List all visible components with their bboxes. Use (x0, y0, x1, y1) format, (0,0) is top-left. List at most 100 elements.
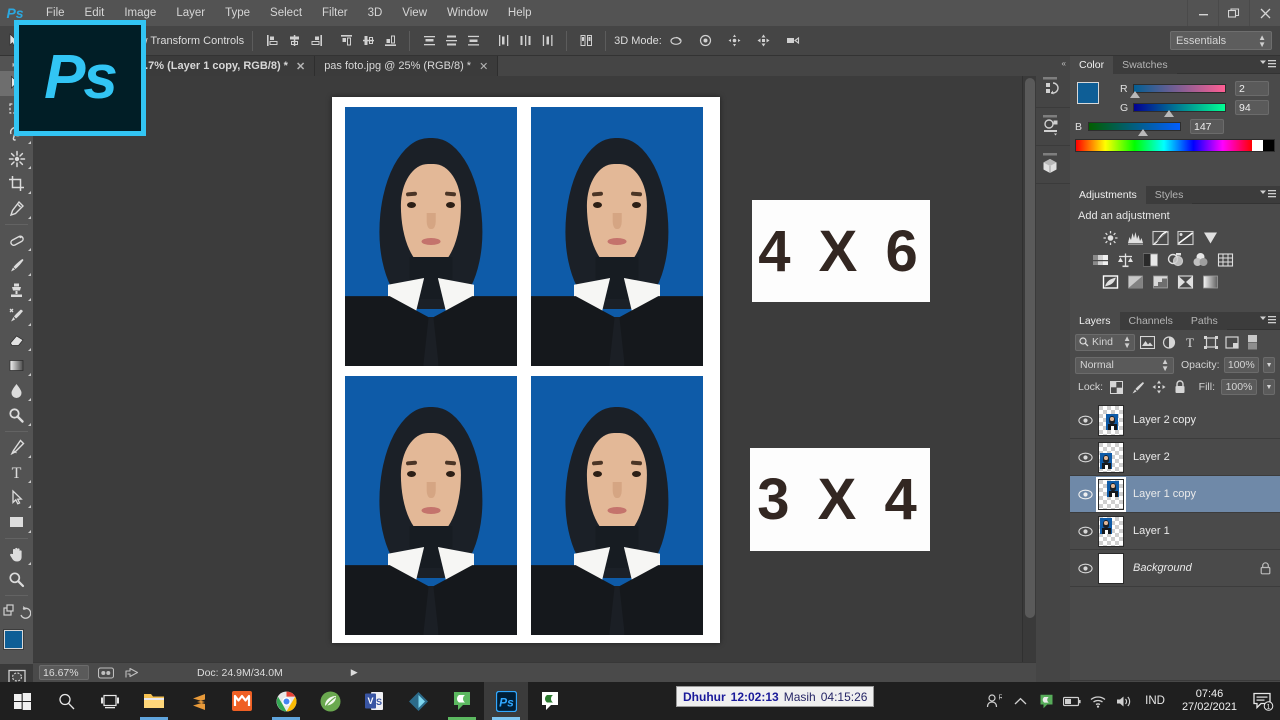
brightness-contrast-icon[interactable] (1101, 229, 1120, 246)
exposure-icon[interactable] (1176, 229, 1195, 246)
menu-type[interactable]: Type (215, 0, 260, 26)
roll-3d-object-icon[interactable] (696, 31, 716, 51)
panel-menu-icon[interactable] (1260, 59, 1276, 69)
slider-knob-r[interactable] (1130, 91, 1140, 98)
blur-tool[interactable] (0, 378, 33, 403)
color-value-g[interactable]: 94 (1235, 100, 1269, 115)
panel-menu-icon[interactable] (1260, 315, 1276, 325)
share-icon[interactable] (123, 666, 141, 680)
brush-tool[interactable] (0, 253, 33, 278)
close-icon[interactable]: ✕ (479, 60, 488, 73)
fill-value[interactable]: 100% (1221, 379, 1257, 395)
scale-3d-object-icon[interactable] (783, 31, 803, 51)
invert-icon[interactable] (1101, 273, 1120, 290)
dock-collapse-icon[interactable]: « (1036, 56, 1070, 70)
tab-paths[interactable]: Paths (1182, 312, 1227, 330)
spectrum-gradient[interactable] (1076, 140, 1252, 151)
tab-layers[interactable]: Layers (1070, 312, 1120, 330)
wifi-icon[interactable] (1085, 682, 1111, 720)
app-orange-button[interactable] (220, 682, 264, 720)
vibrance-icon[interactable] (1201, 229, 1220, 246)
camtasia-button[interactable] (440, 682, 484, 720)
volume-icon[interactable] (1111, 682, 1137, 720)
layer-list[interactable]: Layer 2 copy Layer 2 (1070, 402, 1280, 678)
dodge-tool[interactable] (0, 403, 33, 428)
gradient-map-icon[interactable] (1201, 273, 1220, 290)
tab-swatches[interactable]: Swatches (1113, 56, 1177, 74)
document-tab-pasfoto[interactable]: pas foto.jpg @ 25% (RGB/8) * ✕ (315, 56, 498, 76)
distribute-top-edges-icon[interactable] (419, 31, 439, 51)
prayer-time-widget[interactable]: Dhuhur 12:02:13 Masih 04:15:26 (676, 686, 874, 707)
opacity-dropdown-arrow-icon[interactable]: ▼ (1263, 357, 1275, 373)
filter-kind-dropdown[interactable]: Kind ▲▼ (1075, 334, 1135, 351)
tab-channels[interactable]: Channels (1120, 312, 1182, 330)
layer-name[interactable]: Background (1133, 562, 1192, 574)
fill-dropdown-arrow-icon[interactable]: ▼ (1263, 379, 1275, 395)
spot-healing-brush-tool[interactable] (0, 228, 33, 253)
battery-icon[interactable] (1059, 682, 1085, 720)
layer-name[interactable]: Layer 1 copy (1133, 488, 1196, 500)
sublime-text-button[interactable] (176, 682, 220, 720)
canvas-area[interactable]: 4 X 6 3 X 4 (33, 76, 1036, 662)
show-hidden-icons-chevron[interactable] (1007, 682, 1033, 720)
color-value-b[interactable]: 147 (1190, 119, 1224, 134)
filter-type-icon[interactable]: T (1181, 334, 1198, 351)
lock-image-pixels-icon[interactable] (1130, 380, 1145, 395)
selective-color-icon[interactable] (1176, 273, 1195, 290)
layer-thumbnail[interactable] (1098, 479, 1124, 510)
layer-row-layer-2[interactable]: Layer 2 (1070, 439, 1280, 476)
foreground-color-swatch[interactable] (1077, 82, 1099, 104)
rotate-3d-object-icon[interactable] (667, 31, 687, 51)
align-top-edges-icon[interactable] (336, 31, 356, 51)
passport-photo-1[interactable] (345, 107, 517, 366)
lock-all-icon[interactable] (1172, 380, 1187, 395)
chrome-button[interactable] (264, 682, 308, 720)
menu-view[interactable]: View (392, 0, 437, 26)
tab-styles[interactable]: Styles (1146, 186, 1193, 204)
layer-name[interactable]: Layer 2 (1133, 451, 1170, 463)
wps-button[interactable] (308, 682, 352, 720)
threshold-icon[interactable] (1151, 273, 1170, 290)
layer-visibility-toggle[interactable] (1072, 476, 1098, 513)
scrollbar-thumb[interactable] (1025, 78, 1035, 618)
slider-knob-b[interactable] (1138, 129, 1148, 136)
align-vertical-centers-icon[interactable] (358, 31, 378, 51)
drag-3d-object-icon[interactable] (725, 31, 745, 51)
layer-thumbnail[interactable] (1098, 442, 1124, 473)
minimize-button[interactable] (1187, 0, 1218, 26)
lock-position-icon[interactable] (1151, 380, 1166, 395)
layer-row-background[interactable]: Background (1070, 550, 1280, 587)
distribute-right-edges-icon[interactable] (537, 31, 557, 51)
camtasia-recorder-button[interactable] (528, 682, 572, 720)
people-icon[interactable]: R (981, 682, 1007, 720)
distribute-horizontal-centers-icon[interactable] (515, 31, 535, 51)
blend-mode-dropdown[interactable]: Normal ▲▼ (1075, 357, 1174, 374)
workspace-dropdown[interactable]: Essentials ▲▼ (1170, 31, 1272, 50)
layer-visibility-toggle[interactable] (1072, 439, 1098, 476)
visio-button[interactable]: V S (352, 682, 396, 720)
eyedropper-tool[interactable] (0, 196, 33, 221)
align-bottom-edges-icon[interactable] (380, 31, 400, 51)
tab-adjustments[interactable]: Adjustments (1070, 186, 1146, 204)
horizontal-type-tool[interactable]: T (0, 460, 33, 485)
filter-adjustment-icon[interactable] (1160, 334, 1177, 351)
slider-track-b[interactable] (1088, 122, 1181, 131)
panel-menu-icon[interactable] (1260, 189, 1276, 199)
filter-toggle-icon[interactable] (1244, 334, 1261, 351)
taskbar-clock[interactable]: 07:46 27/02/2021 (1173, 688, 1246, 714)
eraser-tool[interactable] (0, 328, 33, 353)
passport-photo-4[interactable] (531, 376, 703, 635)
align-right-edges-icon[interactable] (306, 31, 326, 51)
history-brush-tool[interactable] (0, 303, 33, 328)
3d-panel-icon[interactable] (1036, 146, 1070, 184)
slide-3d-object-icon[interactable] (754, 31, 774, 51)
opacity-value[interactable]: 100% (1224, 357, 1260, 373)
slider-track-r[interactable] (1133, 84, 1226, 93)
clone-stamp-tool[interactable] (0, 278, 33, 303)
filmora-button[interactable] (396, 682, 440, 720)
gradient-tool[interactable] (0, 353, 33, 378)
size-label-3x4[interactable]: 3 X 4 (750, 448, 930, 551)
color-lookup-icon[interactable] (1216, 251, 1235, 268)
edit-toolbar-button[interactable] (0, 599, 33, 624)
menu-select[interactable]: Select (260, 0, 312, 26)
